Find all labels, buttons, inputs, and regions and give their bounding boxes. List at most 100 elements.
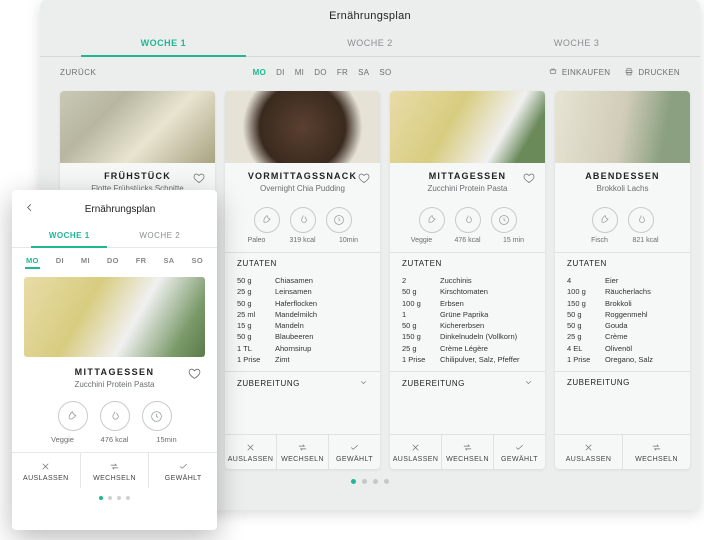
ingredient-row: 25 mlMandelmilch: [237, 309, 368, 320]
ingredient-qty: 25 ml: [237, 309, 275, 320]
day-do[interactable]: DO: [314, 68, 327, 77]
tab-week-2[interactable]: WOCHE 2: [267, 32, 474, 56]
ingredient-name: Räucherlachs: [605, 286, 678, 297]
meal-card: ABENDESSEN Brokkoli Lachs Fisch 821 kcal…: [555, 91, 690, 469]
mobile-swap-button[interactable]: WECHSELN: [81, 453, 150, 488]
flame-icon: [455, 207, 481, 233]
skip-button[interactable]: AUSLASSEN: [225, 435, 277, 469]
favorite-button[interactable]: [523, 171, 535, 189]
ingredient-qty: 25 g: [567, 331, 605, 342]
ingredient-name: Crème Légère: [440, 343, 533, 354]
day-so[interactable]: SO: [379, 68, 391, 77]
diet-label: Fisch: [582, 237, 618, 244]
mobile-day-mo[interactable]: MO: [26, 256, 39, 265]
ingredients-list: 50 gChiasamen25 gLeinsamen50 gHaferflock…: [225, 272, 380, 371]
swap-button[interactable]: WECHSELN: [277, 435, 329, 469]
time-label: 15 min: [496, 237, 532, 244]
clock-icon: [491, 207, 517, 233]
day-fr[interactable]: FR: [337, 68, 348, 77]
dot[interactable]: [351, 479, 356, 484]
ingredient-qty: 50 g: [237, 298, 275, 309]
mobile-tab-week-2[interactable]: WOCHE 2: [115, 226, 206, 247]
ingredient-qty: 1 Prise: [237, 354, 275, 365]
meal-title: ABENDESSEN: [565, 171, 680, 181]
day-di[interactable]: DI: [276, 68, 285, 77]
ingredient-name: Dinkelnudeln (Vollkorn): [440, 331, 533, 342]
meal-image: [390, 91, 545, 163]
dot[interactable]: [117, 496, 121, 500]
mobile-day-do[interactable]: DO: [107, 256, 119, 265]
mobile-day-mi[interactable]: MI: [81, 256, 90, 265]
ingredient-row: 100 gRäucherlachs: [567, 286, 678, 297]
recipe-name: Brokkoli Lachs: [565, 184, 680, 193]
pick-button[interactable]: GEWÄHLT: [494, 435, 545, 469]
ingredient-name: Grüne Paprika: [440, 309, 533, 320]
ingredient-qty: 50 g: [237, 331, 275, 342]
week-tabs: WOCHE 1 WOCHE 2 WOCHE 3: [40, 32, 700, 57]
mobile-day-di[interactable]: DI: [56, 256, 64, 265]
shop-button[interactable]: EINKAUFEN: [548, 67, 611, 77]
mobile-day-sa[interactable]: SA: [163, 256, 174, 265]
ingredient-row: 25 gCrème: [567, 331, 678, 342]
ingredient-name: Erbsen: [440, 298, 533, 309]
back-link[interactable]: ZURÜCK: [60, 68, 96, 77]
page-title: Ernährungsplan: [40, 10, 700, 22]
mobile-favorite-button[interactable]: [188, 367, 201, 385]
tab-week-1[interactable]: WOCHE 1: [60, 32, 267, 56]
mobile-meal-image: [24, 277, 205, 357]
dot[interactable]: [99, 496, 103, 500]
print-icon: [624, 67, 634, 77]
diet-label: Veggie: [404, 237, 440, 244]
diet-icon: [254, 207, 280, 233]
ingredient-row: 50 gRoggenmehl: [567, 309, 678, 320]
ingredient-qty: 1 Prise: [402, 354, 440, 365]
prep-label: ZUBEREITUNG: [402, 379, 465, 388]
favorite-button[interactable]: [358, 171, 370, 189]
mobile-title: Ernährungsplan: [35, 204, 205, 215]
swap-button[interactable]: WECHSELN: [623, 435, 690, 469]
mobile-back-button[interactable]: [24, 200, 35, 218]
meal-title: FRÜHSTÜCK: [70, 171, 205, 181]
ingredient-row: 50 gGouda: [567, 320, 678, 331]
ingredient-qty: 2: [402, 275, 440, 286]
day-mo[interactable]: MO: [253, 68, 267, 77]
dot[interactable]: [362, 479, 367, 484]
mobile-day-so[interactable]: SO: [192, 256, 203, 265]
ingredient-name: Zucchinis: [440, 275, 533, 286]
favorite-button[interactable]: [193, 171, 205, 189]
kcal-label: 476 kcal: [450, 237, 486, 244]
dot[interactable]: [384, 479, 389, 484]
skip-button[interactable]: AUSLASSEN: [390, 435, 442, 469]
pick-button[interactable]: GEWÄHLT: [329, 435, 380, 469]
mobile-time-label: 15min: [147, 435, 187, 444]
mobile-skip-button[interactable]: AUSLASSEN: [12, 453, 81, 488]
ingredient-name: Gouda: [605, 320, 678, 331]
skip-button[interactable]: AUSLASSEN: [555, 435, 623, 469]
dot[interactable]: [108, 496, 112, 500]
day-mi[interactable]: MI: [295, 68, 305, 77]
chevron-down-icon: [524, 378, 533, 389]
mobile-week-tabs: WOCHE 1 WOCHE 2: [12, 226, 217, 248]
shop-label: EINKAUFEN: [562, 68, 611, 77]
mobile-recipe-name: Zucchini Protein Pasta: [28, 380, 201, 389]
prep-toggle[interactable]: ZUBEREITUNG: [555, 371, 690, 393]
dot[interactable]: [126, 496, 130, 500]
meal-title: MITTAGESSEN: [400, 171, 535, 181]
mobile-tab-week-1[interactable]: WOCHE 1: [24, 226, 115, 247]
mobile-pick-button[interactable]: GEWÄHLT: [149, 453, 217, 488]
day-sa[interactable]: SA: [358, 68, 369, 77]
print-label: DRUCKEN: [638, 68, 680, 77]
prep-toggle[interactable]: ZUBEREITUNG: [390, 371, 545, 395]
mobile-day-fr[interactable]: FR: [136, 256, 147, 265]
print-button[interactable]: DRUCKEN: [624, 67, 680, 77]
ingredient-name: Leinsamen: [275, 286, 368, 297]
ingredient-name: Blaubeeren: [275, 331, 368, 342]
prep-label: ZUBEREITUNG: [567, 378, 630, 387]
dot[interactable]: [373, 479, 378, 484]
prep-toggle[interactable]: ZUBEREITUNG: [225, 371, 380, 395]
ingredients-list: 4Eier100 gRäucherlachs150 gBrokkoli50 gR…: [555, 272, 690, 371]
tab-week-3[interactable]: WOCHE 3: [473, 32, 680, 56]
swap-button[interactable]: WECHSELN: [442, 435, 494, 469]
ingredient-row: 25 gLeinsamen: [237, 286, 368, 297]
clock-icon: [326, 207, 352, 233]
